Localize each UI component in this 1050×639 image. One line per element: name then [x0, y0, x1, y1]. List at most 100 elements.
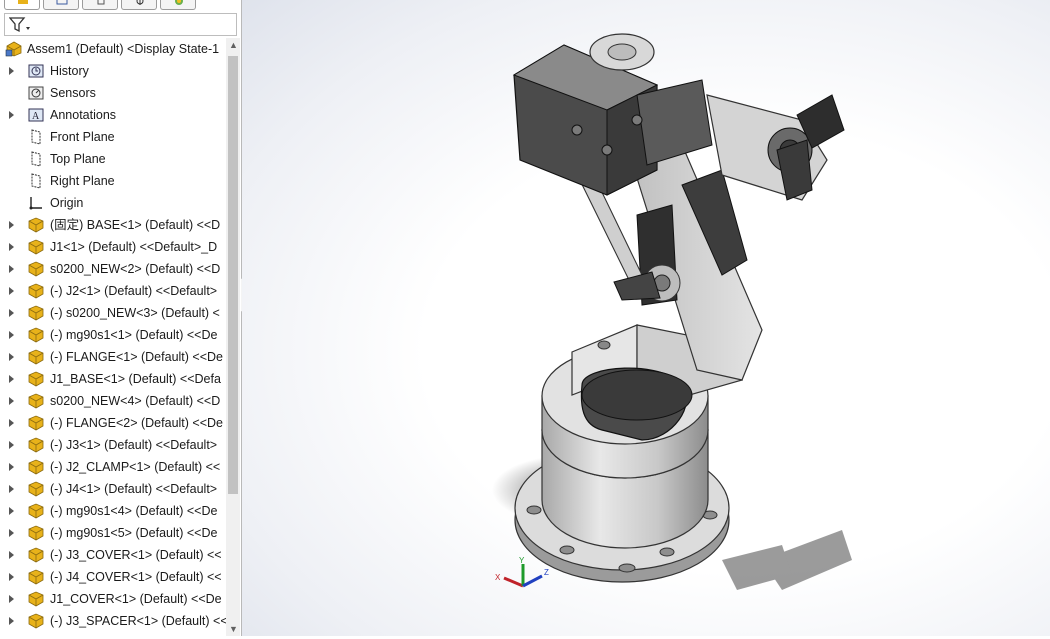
expand-arrow-icon[interactable]: [9, 419, 14, 427]
expand-arrow-icon[interactable]: [9, 529, 14, 537]
part-icon: [28, 305, 44, 321]
part-icon: [18, 0, 28, 4]
tree-item-label: J1<1> (Default) <<Default>_D: [50, 240, 218, 254]
expand-arrow-icon[interactable]: [9, 463, 14, 471]
expand-arrow-icon[interactable]: [9, 551, 14, 559]
part-icon: [28, 239, 44, 255]
tree-item[interactable]: Front Plane: [0, 126, 226, 148]
graphics-viewport[interactable]: X Y Z: [242, 0, 1050, 636]
tree-root-label: Assem1 (Default) <Display State-1: [27, 42, 220, 56]
tree-item[interactable]: J1<1> (Default) <<Default>_D: [0, 236, 226, 258]
tree-item[interactable]: (-) mg90s1<1> (Default) <<De: [0, 324, 226, 346]
tree-item[interactable]: s0200_NEW<4> (Default) <<D: [0, 390, 226, 412]
tree-scrollbar[interactable]: ▲ ▼: [226, 38, 240, 636]
tree-item[interactable]: Top Plane: [0, 148, 226, 170]
tree-item[interactable]: (-) s0200_NEW<3> (Default) <: [0, 302, 226, 324]
part-icon: [28, 569, 44, 585]
part-icon: [28, 481, 44, 497]
tab-dimxpert-manager[interactable]: [121, 0, 157, 10]
scroll-down-arrow-icon[interactable]: ▼: [229, 624, 238, 634]
tab-configuration-manager[interactable]: [82, 0, 118, 10]
tree-item[interactable]: (-) J3_SPACER<1> (Default) <<: [0, 610, 228, 632]
tree-item[interactable]: (-) mg90s1<4> (Default) <<De: [0, 500, 226, 522]
tree-item[interactable]: (-) FLANGE<2> (Default) <<De: [0, 412, 226, 434]
expand-arrow-icon[interactable]: [9, 111, 14, 119]
tree-item-label: (-) J3<1> (Default) <<Default>: [50, 438, 218, 452]
expand-arrow-icon[interactable]: [9, 375, 14, 383]
tree-item-label: Right Plane: [50, 174, 115, 188]
tree-item-label: History: [50, 64, 89, 78]
feature-manager-panel: Assem1 (Default) <Display State-1 Histor…: [0, 0, 242, 636]
expand-arrow-icon[interactable]: [9, 287, 14, 295]
part-icon: [28, 371, 44, 387]
expand-arrow-icon[interactable]: [9, 573, 14, 581]
tree-item[interactable]: (-) FLANGE<1> (Default) <<De: [0, 346, 226, 368]
expand-arrow-icon[interactable]: [9, 617, 14, 625]
tree-item-label: Origin: [50, 196, 84, 210]
tree-item[interactable]: Sensors: [0, 82, 226, 104]
x-axis-label: X: [495, 573, 501, 582]
view-orientation-triad: X Y Z: [495, 556, 549, 588]
expand-arrow-icon[interactable]: [9, 485, 14, 493]
tree-item[interactable]: Origin: [0, 192, 226, 214]
tree-item[interactable]: Right Plane: [0, 170, 226, 192]
expand-arrow-icon[interactable]: [9, 595, 14, 603]
tree-item-label: (-) J4_COVER<1> (Default) <<: [50, 570, 222, 584]
plane-icon: [31, 151, 41, 167]
shoulder-pivot[interactable]: [589, 33, 655, 71]
tree-item[interactable]: J1_COVER<1> (Default) <<De: [0, 588, 226, 610]
origin-icon: [29, 197, 42, 210]
expand-arrow-icon[interactable]: [9, 331, 14, 339]
part-icon: [28, 393, 44, 409]
expand-arrow-icon[interactable]: [9, 67, 14, 75]
annotations-icon: A: [28, 108, 44, 122]
tree-item-label: Sensors: [50, 86, 96, 100]
tree-item[interactable]: (-) J2_CLAMP<1> (Default) <<: [0, 456, 226, 478]
part-icon: [28, 327, 44, 343]
tree-item[interactable]: (-) J3_COVER<1> (Default) <<: [0, 544, 226, 566]
tree-item-label: (-) J2<1> (Default) <<Default>: [50, 284, 218, 298]
expand-arrow-icon[interactable]: [9, 397, 14, 405]
tab-display-manager[interactable]: [160, 0, 196, 10]
tree-item[interactable]: (固定) BASE<1> (Default) <<D: [0, 214, 226, 236]
list-icon: [56, 0, 68, 5]
expand-arrow-icon[interactable]: [9, 309, 14, 317]
tree-item-label: (-) mg90s1<4> (Default) <<De: [50, 504, 218, 518]
tab-property-manager[interactable]: [43, 0, 79, 10]
tree-item[interactable]: J1_BASE<1> (Default) <<Defa: [0, 368, 226, 390]
filter-icon: [9, 17, 30, 33]
tree-item[interactable]: A Annotations: [0, 104, 226, 126]
expand-arrow-icon[interactable]: [9, 221, 14, 229]
z-axis-label: Z: [544, 568, 549, 577]
expand-arrow-icon[interactable]: [9, 353, 14, 361]
tree-item-label: Front Plane: [50, 130, 115, 144]
tree-item-label: Annotations: [50, 108, 117, 122]
tree-root-assembly[interactable]: Assem1 (Default) <Display State-1: [0, 38, 226, 60]
scrollbar-thumb[interactable]: [228, 56, 238, 494]
tab-feature-manager[interactable]: [4, 0, 40, 10]
part-icon: [28, 613, 44, 629]
part-icon: [28, 217, 44, 233]
tree-filter[interactable]: [4, 13, 237, 36]
arm-shadow: [722, 530, 852, 590]
expand-arrow-icon[interactable]: [9, 507, 14, 515]
tree-item-label: (-) J3_SPACER<1> (Default) <<: [50, 614, 228, 628]
tree-item[interactable]: (-) J4_COVER<1> (Default) <<: [0, 566, 226, 588]
tree-item[interactable]: (-) J4<1> (Default) <<Default>: [0, 478, 226, 500]
tree-item[interactable]: (-) mg90s1<5> (Default) <<De: [0, 522, 226, 544]
expand-arrow-icon[interactable]: [9, 441, 14, 449]
plane-icon: [31, 173, 41, 189]
expand-arrow-icon[interactable]: [9, 265, 14, 273]
part-icon: [28, 591, 44, 607]
tree-item-label: (-) FLANGE<1> (Default) <<De: [50, 350, 223, 364]
tree-item[interactable]: (-) J2<1> (Default) <<Default>: [0, 280, 226, 302]
tree-item[interactable]: History: [0, 60, 226, 82]
scroll-up-arrow-icon[interactable]: ▲: [229, 40, 238, 50]
expand-arrow-icon[interactable]: [9, 243, 14, 251]
sensors-icon: [28, 86, 44, 100]
tree-item[interactable]: (-) J3<1> (Default) <<Default>: [0, 434, 226, 456]
tree-item[interactable]: s0200_NEW<2> (Default) <<D: [0, 258, 226, 280]
y-axis-label: Y: [519, 556, 525, 565]
config-icon: [97, 0, 105, 5]
robot-arm-model[interactable]: [242, 0, 1050, 636]
